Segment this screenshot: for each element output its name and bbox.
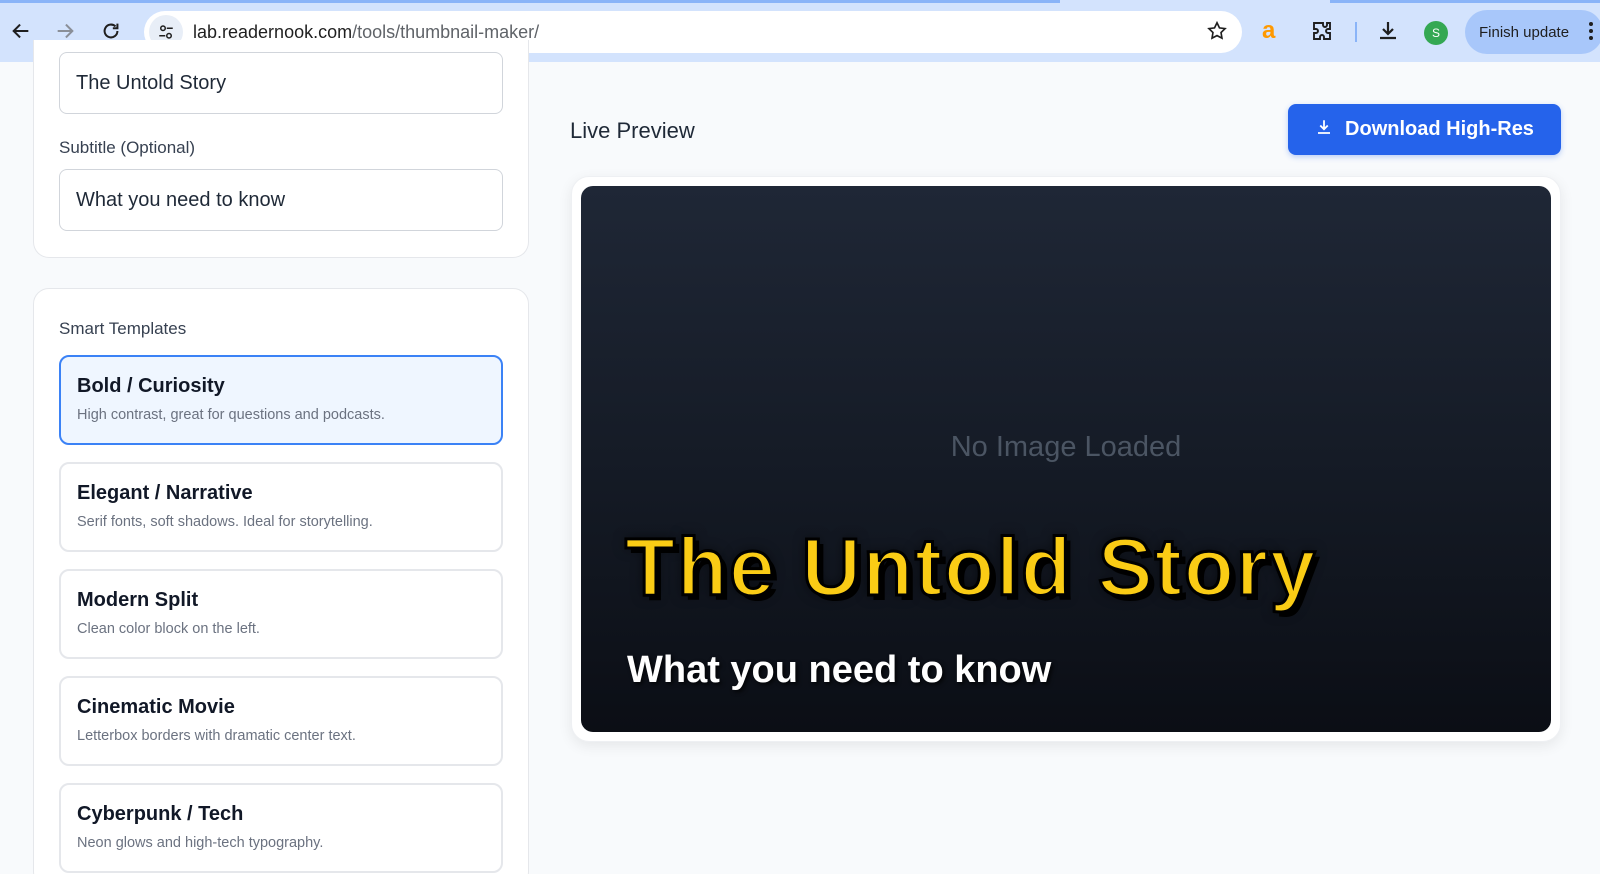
download-high-res-button[interactable]: Download High-Res xyxy=(1288,104,1561,155)
tab-strip-edge xyxy=(0,0,1060,3)
subtitle-label: Subtitle (Optional) xyxy=(59,138,196,157)
thumbnail-title: The Untold Story xyxy=(624,521,1318,615)
template-cinematic-movie[interactable]: Cinematic Movie Letterbox borders with d… xyxy=(59,676,503,766)
amazon-extension-icon[interactable]: a xyxy=(1262,19,1275,43)
profile-avatar[interactable]: S xyxy=(1424,21,1448,45)
template-description: Serif fonts, soft shadows. Ideal for sto… xyxy=(77,514,373,530)
live-preview-heading: Live Preview xyxy=(570,118,695,143)
downloads-icon[interactable] xyxy=(1376,19,1400,48)
more-menu-icon[interactable] xyxy=(1589,22,1593,43)
thumbnail-canvas: No Image Loaded The Untold Story What yo… xyxy=(581,186,1551,732)
templates-heading: Smart Templates xyxy=(59,319,187,338)
template-title: Modern Split xyxy=(77,589,199,611)
template-description: High contrast, great for questions and p… xyxy=(77,407,385,423)
template-title: Cyberpunk / Tech xyxy=(77,803,244,825)
template-title: Cinematic Movie xyxy=(77,696,235,718)
title-input[interactable]: The Untold Story xyxy=(59,52,503,114)
template-title: Elegant / Narrative xyxy=(77,482,253,504)
thumbnail-subtitle: What you need to know xyxy=(627,649,1052,691)
template-description: Neon glows and high-tech typography. xyxy=(77,835,324,851)
finish-update-label: Finish update xyxy=(1479,23,1570,41)
download-label: Download High-Res xyxy=(1345,118,1534,140)
subtitle-input[interactable]: What you need to know xyxy=(59,169,503,231)
template-bold-curiosity[interactable]: Bold / Curiosity High contrast, great fo… xyxy=(59,355,503,445)
bookmark-star-icon[interactable] xyxy=(1206,20,1228,47)
template-elegant-narrative[interactable]: Elegant / Narrative Serif fonts, soft sh… xyxy=(59,462,503,552)
template-title: Bold / Curiosity xyxy=(77,375,225,397)
extensions-puzzle-icon[interactable] xyxy=(1310,19,1334,48)
template-modern-split[interactable]: Modern Split Clean color block on the le… xyxy=(59,569,503,659)
download-icon xyxy=(1315,118,1333,142)
back-icon[interactable] xyxy=(8,18,34,44)
template-description: Clean color block on the left. xyxy=(77,621,260,637)
finish-update-button[interactable]: Finish update xyxy=(1465,10,1600,54)
template-description: Letterbox borders with dramatic center t… xyxy=(77,728,356,744)
tab-strip-edge xyxy=(1330,0,1600,3)
toolbar-divider xyxy=(1355,22,1357,42)
template-cyberpunk-tech[interactable]: Cyberpunk / Tech Neon glows and high-tec… xyxy=(59,783,503,873)
no-image-placeholder: No Image Loaded xyxy=(950,431,1182,463)
